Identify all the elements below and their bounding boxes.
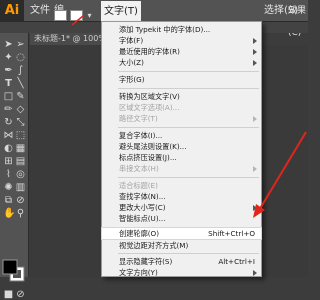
menu-item-size[interactable]: 大小(Z) [102, 57, 261, 68]
direct-selection-tool-icon[interactable]: ➢ [15, 39, 26, 50]
menu-item-show-hidden-characters[interactable]: 显示隐藏字符(S) Alt+Ctrl+I [102, 256, 261, 267]
slice-tool-icon[interactable]: ⊘ [15, 195, 26, 206]
submenu-arrow-icon [253, 60, 257, 66]
none-mode-icon[interactable]: ⊘ [15, 289, 26, 300]
menu-item-add-typekit-fonts[interactable]: 添加 Typekit 中的字体(D)... [102, 24, 261, 35]
menu-item-optical-margin-alignment[interactable]: 视觉边距对齐方式(M) [102, 240, 261, 251]
app-logo: Ai [0, 0, 24, 22]
menu-item-find-font[interactable]: 查找字体(N)... [102, 191, 261, 202]
submenu-arrow-icon [253, 49, 257, 55]
symbol-sprayer-icon[interactable]: ✺ [3, 182, 14, 193]
menu-item-glyphs[interactable]: 字形(G) [102, 74, 261, 85]
menu-item-convert-to-area-type[interactable]: 转换为区域文字(V) [102, 91, 261, 102]
submenu-arrow-icon [253, 38, 257, 44]
submenu-arrow-icon [253, 116, 257, 122]
menu-item-fit-headline: 适合标题(E) [119, 181, 158, 190]
eraser-icon[interactable]: ◇ [15, 104, 26, 115]
pen-tool-icon[interactable]: ✒ [3, 65, 14, 76]
artboard-tool-icon[interactable]: ⧉ [3, 195, 14, 206]
mesh-tool-icon[interactable]: ⊞ [3, 156, 14, 167]
color-mode-icon[interactable]: ■ [3, 289, 14, 300]
type-menu-dropdown: 添加 Typekit 中的字体(D)... 字体(F) 最近使用的字体(R) 大… [101, 21, 262, 277]
menu-type[interactable]: 文字(T) [101, 1, 141, 22]
zoom-tool-icon[interactable]: ⚲ [15, 208, 26, 219]
width-tool-icon[interactable]: ⋈ [3, 130, 14, 141]
menu-item-change-case[interactable]: 更改大小写(C) [102, 202, 261, 213]
gradient-tool-icon[interactable]: ▤ [15, 156, 26, 167]
none-slash-icon [71, 15, 84, 26]
fill-stroke-swatches[interactable] [2, 259, 26, 289]
lasso-icon[interactable]: ◌ [15, 52, 26, 63]
shape-builder-icon[interactable]: ◐ [3, 143, 14, 154]
menu-separator [118, 127, 259, 128]
column-graph-icon[interactable]: ▥ [15, 182, 26, 193]
menu-effect[interactable]: 效果(C) [288, 0, 308, 38]
menu-item-kinsoku-settings[interactable]: 避头尾法则设置(K)... [102, 141, 261, 152]
menu-item-recent-fonts[interactable]: 最近使用的字体(R) [102, 46, 261, 57]
chevron-down-icon[interactable]: ▾ [84, 10, 95, 21]
eyedropper-icon[interactable]: ⌇ [3, 169, 14, 180]
menu-separator [118, 88, 259, 89]
type-tool-icon[interactable]: T [3, 78, 14, 89]
rectangle-tool-icon[interactable]: □ [3, 91, 14, 102]
menu-item-composite-fonts[interactable]: 复合字体(I)... [102, 130, 261, 141]
menu-item-type-orientation[interactable]: 文字方向(Y) [102, 267, 261, 278]
menu-separator [118, 71, 259, 72]
line-tool-icon[interactable]: ╲ [15, 78, 26, 89]
pencil-tool-icon[interactable]: ✏ [3, 104, 14, 115]
paintbrush-icon[interactable]: ✎ [15, 91, 26, 102]
stroke-swatch[interactable] [70, 10, 84, 26]
menu-separator [118, 253, 259, 254]
scale-tool-icon[interactable]: ⤡ [15, 117, 26, 128]
rotate-tool-icon[interactable]: ↻ [3, 117, 14, 128]
magic-wand-icon[interactable]: ✦ [3, 52, 14, 63]
menu-item-area-type-options: 区域文字选项(A)... [119, 103, 180, 112]
annotation-arrow-icon [253, 131, 307, 218]
menu-item-create-outlines[interactable]: 创建轮廓(O) Shift+Ctrl+O [101, 227, 262, 240]
menu-bar: Ai 文件 编 文字(T) 选择(S) 效果(C) [0, 0, 308, 38]
tools-panel: ➤ ➢ ✦ ◌ ✒ ∫ T ╲ □ ✎ ✏ ◇ ↻ ⤡ ⋈ ⬚ ◐ ▦ ⊞ ▤ … [0, 33, 29, 300]
menu-file[interactable]: 文件 [30, 0, 50, 22]
menu-item-mojikumi-settings[interactable]: 标点挤压设置(J)... [102, 152, 261, 163]
hand-tool-icon[interactable]: ✋ [3, 208, 15, 219]
free-transform-icon[interactable]: ⬚ [15, 130, 26, 141]
menu-separator [118, 177, 259, 178]
fill-swatch[interactable] [54, 10, 67, 21]
blend-tool-icon[interactable]: ◎ [15, 169, 26, 180]
menu-item-font[interactable]: 字体(F) [102, 35, 261, 46]
fill-color-swatch [2, 259, 18, 275]
curvature-tool-icon[interactable]: ∫ [15, 65, 26, 76]
menu-item-threaded-text: 串接文本(H) [102, 163, 261, 174]
menu-item-smart-punctuation[interactable]: 智能标点(U)... [102, 213, 261, 224]
perspective-grid-icon[interactable]: ▦ [15, 143, 26, 154]
selection-tool-icon[interactable]: ➤ [3, 39, 14, 50]
menu-item-type-on-path: 路径文字(T) [102, 113, 261, 124]
submenu-arrow-icon [253, 270, 257, 276]
